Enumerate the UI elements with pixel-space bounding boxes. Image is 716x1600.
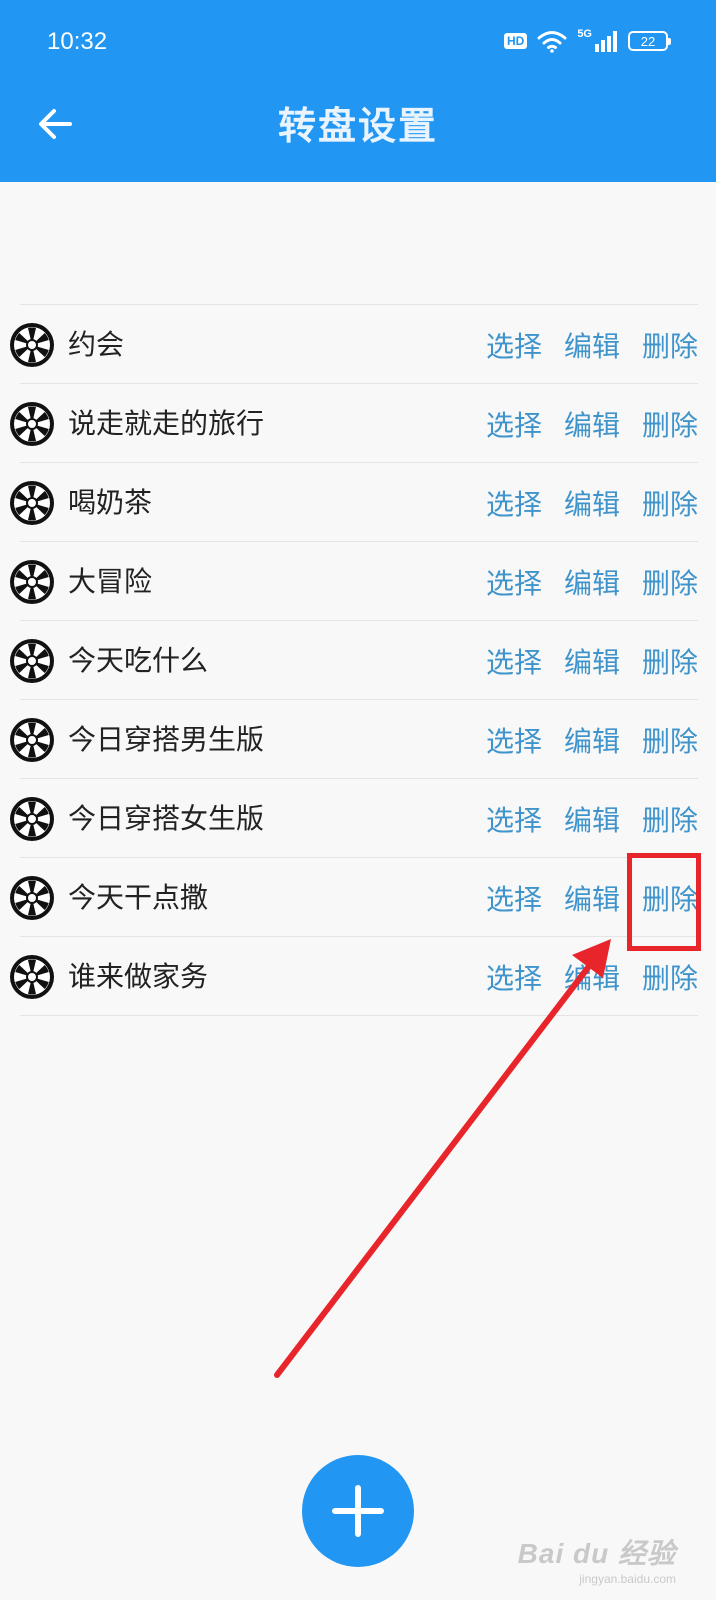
wheel-icon [10, 876, 54, 920]
edit-button[interactable]: 编辑 [564, 325, 620, 365]
row-actions: 选择 编辑 删除 [464, 305, 698, 384]
delete-button[interactable]: 删除 [642, 404, 698, 444]
watermark-brand: Bai du 经验 [517, 1538, 676, 1569]
edit-button[interactable]: 编辑 [564, 720, 620, 760]
status-bar: 10:32 HD 5G 22 [0, 0, 716, 80]
row-actions: 选择 编辑 删除 [464, 621, 698, 700]
row-actions: 选择 编辑 删除 [464, 542, 698, 621]
wheel-name: 今日穿搭女生版 [68, 802, 265, 835]
select-button[interactable]: 选择 [486, 483, 542, 523]
hd-badge: HD [503, 33, 528, 49]
edit-button[interactable]: 编辑 [564, 404, 620, 444]
wheel-list-item: 今天干点撒 选择 编辑 删除 [10, 858, 698, 937]
wheel-name: 大冒险 [68, 565, 153, 598]
wheel-icon [10, 797, 54, 841]
edit-button[interactable]: 编辑 [564, 641, 620, 681]
wheel-list: 约会 选择 编辑 删除 说走就走的旅行 选择 编辑 删除 喝奶茶 选择 编辑 删… [10, 304, 698, 1016]
delete-button[interactable]: 删除 [642, 641, 698, 681]
status-time: 10:32 [47, 28, 108, 55]
app-bar: 10:32 HD 5G 22 转盘设置 [0, 0, 716, 182]
watermark: Bai du 经验 jingyan.baidu.com [518, 1532, 676, 1586]
wheel-name: 约会 [68, 328, 125, 361]
select-button[interactable]: 选择 [486, 878, 542, 918]
wheel-list-item: 说走就走的旅行 选择 编辑 删除 [10, 384, 698, 463]
wheel-icon [10, 402, 54, 446]
watermark-url: jingyan.baidu.com [579, 1572, 676, 1586]
wheel-name: 喝奶茶 [68, 486, 153, 519]
wheel-icon [10, 323, 54, 367]
wheel-icon [10, 955, 54, 999]
wheel-icon [10, 718, 54, 762]
signal-icon [595, 31, 617, 52]
wifi-icon [537, 31, 567, 53]
edit-button[interactable]: 编辑 [564, 562, 620, 602]
delete-button[interactable]: 删除 [642, 720, 698, 760]
select-button[interactable]: 选择 [486, 325, 542, 365]
wheel-name: 今天吃什么 [68, 644, 209, 677]
row-actions: 选择 编辑 删除 [464, 700, 698, 779]
delete-button[interactable]: 删除 [642, 325, 698, 365]
plus-icon [332, 1485, 384, 1537]
wheel-name: 说走就走的旅行 [68, 407, 265, 440]
row-actions: 选择 编辑 删除 [464, 384, 698, 463]
delete-button[interactable]: 删除 [642, 957, 698, 997]
wheel-list-item: 谁来做家务 选择 编辑 删除 [10, 937, 698, 1016]
select-button[interactable]: 选择 [486, 562, 542, 602]
status-icons: HD 5G 22 [503, 26, 671, 56]
edit-button[interactable]: 编辑 [564, 483, 620, 523]
wheel-icon [10, 481, 54, 525]
delete-button[interactable]: 删除 [642, 799, 698, 839]
row-actions: 选择 编辑 删除 [464, 463, 698, 542]
select-button[interactable]: 选择 [486, 720, 542, 760]
edit-button[interactable]: 编辑 [564, 957, 620, 997]
wheel-list-item: 喝奶茶 选择 编辑 删除 [10, 463, 698, 542]
page-title: 转盘设置 [277, 104, 438, 148]
wheel-icon [10, 560, 54, 604]
select-button[interactable]: 选择 [486, 799, 542, 839]
wheel-name: 今天干点撒 [68, 881, 209, 914]
add-wheel-button[interactable] [302, 1455, 414, 1567]
wheel-icon [10, 639, 54, 683]
wheel-list-item: 大冒险 选择 编辑 删除 [10, 542, 698, 621]
select-button[interactable]: 选择 [486, 957, 542, 997]
wheel-list-item: 约会 选择 编辑 删除 [10, 305, 698, 384]
wheel-list-item: 今日穿搭女生版 选择 编辑 删除 [10, 779, 698, 858]
delete-button[interactable]: 删除 [642, 483, 698, 523]
wheel-list-item: 今日穿搭男生版 选择 编辑 删除 [10, 700, 698, 779]
select-button[interactable]: 选择 [486, 641, 542, 681]
battery-level: 22 [640, 33, 656, 49]
wheel-name: 今日穿搭男生版 [68, 723, 265, 756]
wheel-name: 谁来做家务 [68, 960, 209, 993]
delete-button[interactable]: 删除 [642, 562, 698, 602]
row-actions: 选择 编辑 删除 [464, 779, 698, 858]
select-button[interactable]: 选择 [486, 404, 542, 444]
network-type-label: 5G [577, 28, 592, 40]
battery-icon: 22 [628, 31, 671, 51]
wheel-list-item: 今天吃什么 选择 编辑 删除 [10, 621, 698, 700]
annotation-highlight-box [627, 853, 701, 951]
edit-button[interactable]: 编辑 [564, 878, 620, 918]
edit-button[interactable]: 编辑 [564, 799, 620, 839]
